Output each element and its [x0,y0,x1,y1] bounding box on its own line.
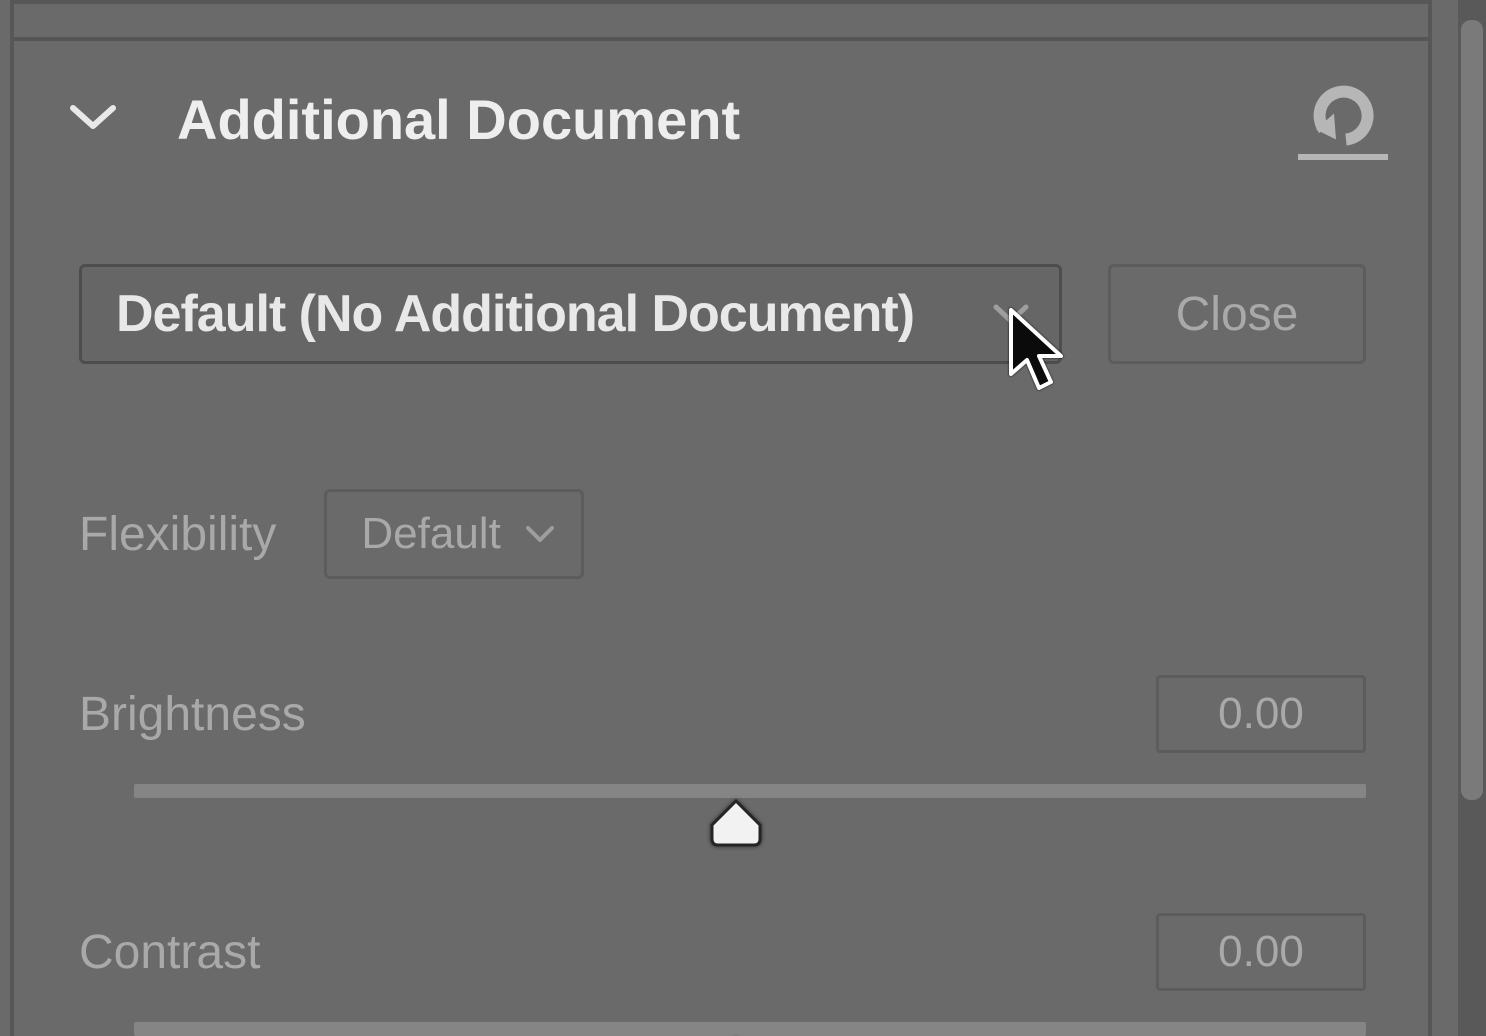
contrast-value: 0.00 [1218,927,1304,977]
scrollbar-thumb[interactable] [1461,20,1483,800]
brightness-label: Brightness [79,687,306,742]
reset-button[interactable] [1298,79,1388,160]
flexibility-label: Flexibility [79,507,276,562]
chevron-down-icon [525,524,555,544]
additional-document-panel: Additional Document Default (No Addition… [10,0,1432,1036]
slider-track [134,1022,1366,1036]
brightness-row: Brightness 0.00 [79,674,1366,834]
collapse-toggle[interactable] [69,95,117,143]
brightness-value-input[interactable]: 0.00 [1156,675,1366,753]
section-header: Additional Document [69,64,1388,174]
slider-thumb[interactable] [706,797,766,847]
chevron-down-icon [993,296,1029,332]
close-button[interactable]: Close [1108,264,1366,364]
contrast-label: Contrast [79,925,260,980]
undo-icon [1298,79,1388,154]
chevron-down-icon [69,102,117,137]
reset-underline [1298,154,1388,160]
brightness-slider[interactable] [79,784,1366,834]
brightness-value: 0.00 [1218,689,1304,739]
flexibility-select[interactable]: Default [324,489,583,579]
close-button-label: Close [1176,287,1299,342]
slider-track [134,784,1366,798]
contrast-row: Contrast 0.00 [79,912,1366,1036]
contrast-slider[interactable] [79,1022,1366,1036]
section-title: Additional Document [177,87,740,152]
select-value: Default (No Additional Document) [116,284,914,344]
flexibility-value: Default [361,509,500,559]
flexibility-row: Flexibility Default [79,489,584,579]
additional-document-select[interactable]: Default (No Additional Document) [79,264,1062,364]
panel-top-border [14,37,1428,41]
contrast-value-input[interactable]: 0.00 [1156,913,1366,991]
vertical-scrollbar[interactable] [1458,0,1486,1036]
document-row: Default (No Additional Document) Close [79,264,1366,364]
